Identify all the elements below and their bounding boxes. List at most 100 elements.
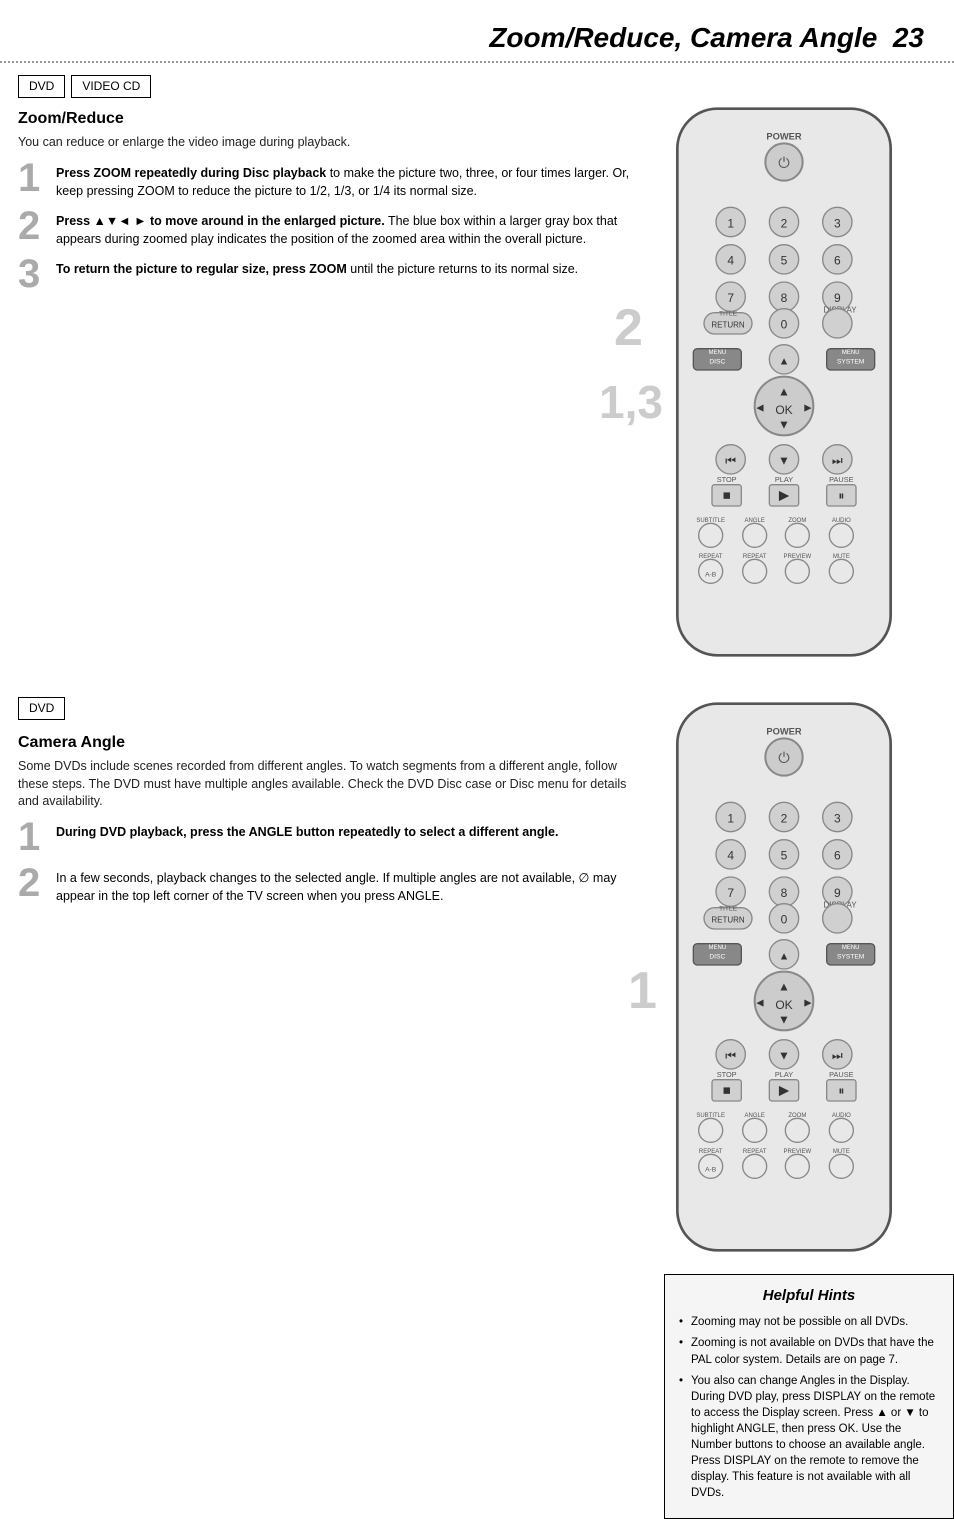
hint-item-2: Zooming is not available on DVDs that ha…	[679, 1335, 939, 1367]
helpful-hints-box: Helpful Hints Zooming may not be possibl…	[664, 1274, 954, 1519]
zoom-remote-wrapper: 2 1,3 POWER ⏻ 1 2 3	[664, 102, 904, 667]
svg-text:SYSTEM: SYSTEM	[837, 954, 864, 961]
svg-text:TITLE: TITLE	[719, 906, 738, 913]
svg-text:⏭: ⏭	[832, 1049, 843, 1063]
svg-text:8: 8	[781, 886, 788, 900]
svg-text:PLAY: PLAY	[775, 475, 793, 484]
dvd-badge: DVD	[18, 75, 65, 98]
hints-title: Helpful Hints	[679, 1285, 939, 1306]
svg-text:⏸: ⏸	[838, 488, 844, 502]
svg-text:▲: ▲	[778, 980, 790, 994]
svg-text:3: 3	[834, 216, 841, 230]
camera-step-1-text: During DVD playback, press the ANGLE but…	[56, 821, 558, 841]
zoom-section: DVD VIDEO CD Zoom/Reduce You can reduce …	[0, 69, 954, 667]
camera-remote-svg: POWER ⏻ 1 2 3 4 5 6 7	[664, 697, 904, 1257]
videocd-badge: VIDEO CD	[71, 75, 151, 98]
zoom-step-label-2: 2	[614, 292, 643, 365]
camera-step-1: 1 During DVD playback, press the ANGLE b…	[18, 821, 644, 857]
svg-text:MENU: MENU	[842, 945, 860, 951]
camera-left-col: DVD Camera Angle Some DVDs include scene…	[18, 697, 664, 1519]
camera-step-2-text: In a few seconds, playback changes to th…	[56, 867, 644, 905]
svg-text:6: 6	[834, 254, 841, 268]
svg-text:TITLE: TITLE	[719, 310, 738, 317]
svg-text:PLAY: PLAY	[775, 1070, 793, 1079]
svg-text:SYSTEM: SYSTEM	[837, 358, 864, 365]
svg-text:POWER: POWER	[766, 727, 802, 737]
svg-text:►: ►	[802, 996, 814, 1010]
zoom-step-label-13: 1,3	[599, 370, 663, 434]
svg-text:A-B: A-B	[705, 1167, 717, 1174]
svg-text:4: 4	[727, 849, 734, 863]
zoom-step-1: 1 Press ZOOM repeatedly during Disc play…	[18, 162, 644, 200]
page-header: Zoom/Reduce, Camera Angle 23	[0, 0, 954, 63]
hint-item-3: You also can change Angles in the Displa…	[679, 1373, 939, 1502]
hint-item-1: Zooming may not be possible on all DVDs.	[679, 1314, 939, 1330]
zoom-right-col: 2 1,3 POWER ⏻ 1 2 3	[664, 102, 954, 667]
zoom-step-3-number: 3	[18, 254, 56, 294]
svg-text:⏸: ⏸	[838, 1084, 844, 1098]
svg-text:6: 6	[834, 849, 841, 863]
svg-text:4: 4	[727, 254, 734, 268]
svg-text:▲: ▲	[779, 356, 790, 368]
svg-text:STOP: STOP	[717, 1070, 737, 1079]
svg-text:RETURN: RETURN	[711, 320, 745, 329]
svg-text:DISC: DISC	[709, 358, 725, 365]
hints-list: Zooming may not be possible on all DVDs.…	[679, 1314, 939, 1501]
camera-dvd-badge: DVD	[18, 697, 65, 720]
svg-text:◄: ◄	[754, 400, 766, 414]
zoom-step-3-text: To return the picture to regular size, p…	[56, 258, 578, 278]
svg-text:◄: ◄	[754, 996, 766, 1010]
svg-text:7: 7	[727, 291, 734, 305]
svg-text:MENU: MENU	[708, 945, 726, 951]
camera-heading: Camera Angle	[18, 732, 644, 754]
svg-text:PAUSE: PAUSE	[829, 1070, 853, 1079]
svg-text:0: 0	[781, 318, 788, 332]
svg-text:1: 1	[727, 216, 734, 230]
svg-text:▼: ▼	[778, 1049, 790, 1063]
svg-text:2: 2	[781, 812, 788, 826]
svg-text:⏻: ⏻	[778, 155, 790, 171]
disc-badges: DVD VIDEO CD	[0, 69, 954, 102]
svg-text:RETURN: RETURN	[711, 916, 745, 925]
svg-text:▲: ▲	[778, 384, 790, 398]
svg-text:POWER: POWER	[766, 131, 802, 141]
svg-text:⏻: ⏻	[778, 751, 790, 767]
svg-text:▼: ▼	[778, 454, 790, 468]
svg-text:8: 8	[781, 291, 788, 305]
svg-text:A-B: A-B	[705, 572, 717, 579]
camera-right-col: 1 POWER ⏻ 1 2 3 4 5	[664, 697, 954, 1519]
page-title: Zoom/Reduce, Camera Angle 23	[489, 22, 924, 53]
svg-text:▶: ▶	[779, 487, 789, 502]
zoom-step-2-number: 2	[18, 206, 56, 246]
svg-text:⏮: ⏮	[725, 454, 736, 468]
svg-text:▼: ▼	[778, 1013, 790, 1027]
zoom-step-3: 3 To return the picture to regular size,…	[18, 258, 644, 294]
svg-text:9: 9	[834, 886, 841, 900]
zoom-step-1-number: 1	[18, 158, 56, 198]
svg-text:STOP: STOP	[717, 475, 737, 484]
svg-text:■: ■	[723, 487, 731, 502]
zoom-step-1-text: Press ZOOM repeatedly during Disc playba…	[56, 162, 644, 200]
svg-text:1: 1	[727, 812, 734, 826]
camera-remote-wrapper: 1 POWER ⏻ 1 2 3 4 5	[664, 697, 904, 1262]
svg-text:PAUSE: PAUSE	[829, 475, 853, 484]
svg-text:DISC: DISC	[709, 954, 725, 961]
svg-text:⏮: ⏮	[725, 1049, 736, 1063]
svg-text:⏭: ⏭	[832, 454, 843, 468]
zoom-left-col: Zoom/Reduce You can reduce or enlarge th…	[18, 102, 664, 667]
zoom-step-2-text: Press ▲▼◄ ► to move around in the enlarg…	[56, 210, 644, 248]
camera-section: DVD Camera Angle Some DVDs include scene…	[0, 697, 954, 1519]
svg-text:▶: ▶	[779, 1083, 789, 1098]
svg-text:MENU: MENU	[708, 350, 726, 356]
camera-subtext: Some DVDs include scenes recorded from d…	[18, 758, 644, 811]
svg-text:▲: ▲	[779, 951, 790, 963]
svg-text:▼: ▼	[778, 418, 790, 432]
zoom-subtext: You can reduce or enlarge the video imag…	[18, 134, 644, 152]
zoom-step-2: 2 Press ▲▼◄ ► to move around in the enla…	[18, 210, 644, 248]
camera-step-2-number: 2	[18, 863, 56, 903]
svg-text:5: 5	[781, 849, 788, 863]
svg-text:►: ►	[802, 400, 814, 414]
svg-text:0: 0	[781, 913, 788, 927]
camera-step-label-1: 1	[628, 955, 657, 1028]
camera-step-2: 2 In a few seconds, playback changes to …	[18, 867, 644, 905]
